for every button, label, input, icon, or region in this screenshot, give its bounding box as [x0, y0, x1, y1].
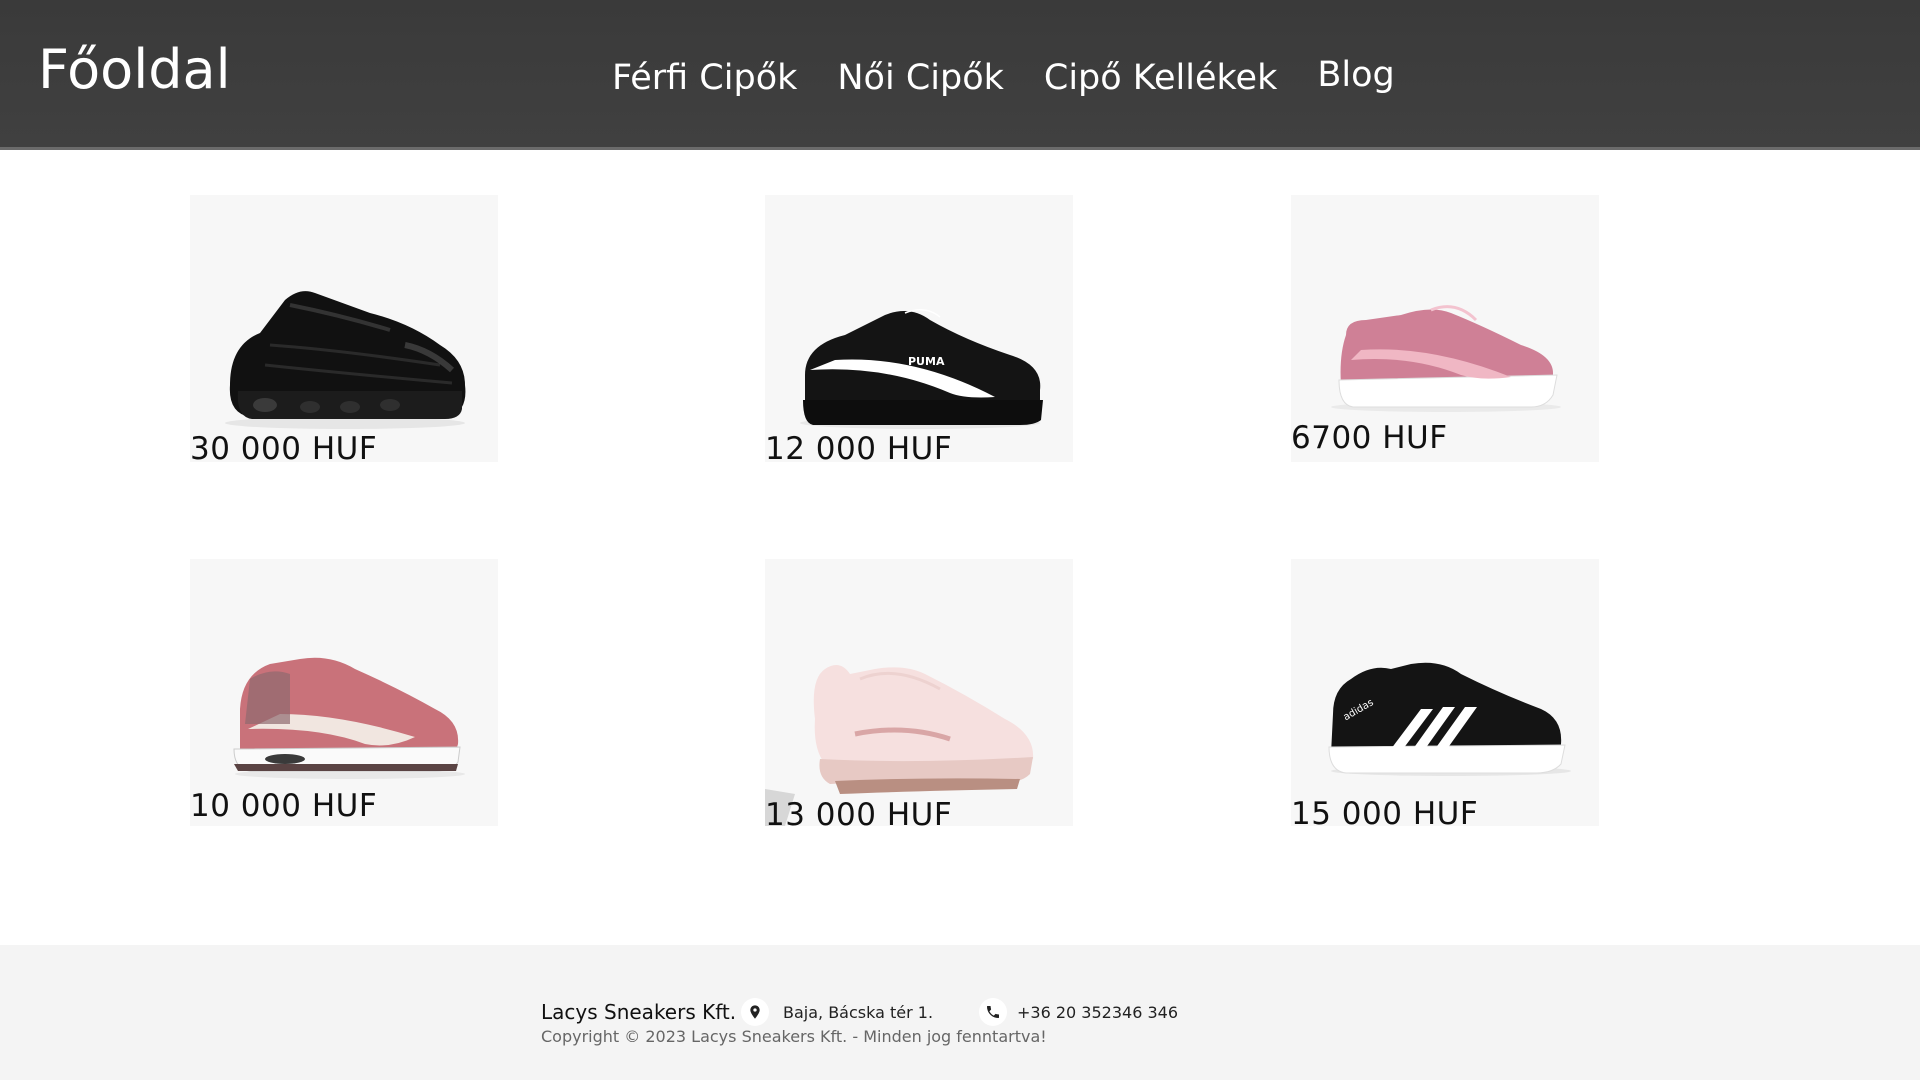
main-nav: Férfi Cipők Női Cipők Cipő Kellékek Blog — [612, 55, 1395, 98]
footer-phone: +36 20 352346 346 — [979, 998, 1178, 1026]
address-text: Baja, Bácska tér 1. — [783, 1002, 934, 1022]
footer-company: Lacys Sneakers Kft. — [541, 1000, 736, 1024]
nav-mens-shoes[interactable]: Férfi Cipők — [612, 58, 797, 98]
location-pin-icon — [741, 998, 769, 1026]
svg-text:PUMA: PUMA — [908, 355, 945, 368]
product-card[interactable]: 10 000 HUF — [190, 559, 498, 826]
product-price: 12 000 HUF — [765, 431, 953, 467]
black-air-max-sneaker-icon — [225, 291, 466, 429]
product-price: 6700 HUF — [1291, 420, 1448, 456]
nav-womens-shoes[interactable]: Női Cipők — [837, 58, 1004, 98]
product-card[interactable]: PUMA 12 000 HUF — [765, 195, 1073, 467]
pink-nike-air-max-sneaker-icon — [233, 657, 465, 779]
phone-text: +36 20 352346 346 — [1017, 1002, 1178, 1022]
footer-address: Baja, Bácska tér 1. — [741, 998, 933, 1026]
nav-blog[interactable]: Blog — [1317, 55, 1394, 95]
product-card[interactable]: 30 000 HUF — [190, 195, 498, 467]
nav-shoe-accessories[interactable]: Cipő Kellékek — [1044, 58, 1277, 98]
phone-icon — [979, 998, 1007, 1026]
copyright-text: Copyright © 2023 Lacys Sneakers Kft. - M… — [541, 1027, 1047, 1046]
product-grid: 30 000 HUF PUMA 12 000 HUF 6700 HUF 10 0… — [0, 150, 1920, 945]
home-link[interactable]: Főoldal — [38, 38, 231, 101]
product-card[interactable]: 13 000 HUF — [765, 559, 1073, 833]
product-price: 30 000 HUF — [190, 431, 378, 467]
light-pink-nike-sneaker-icon — [765, 665, 1034, 826]
product-price: 15 000 HUF — [1291, 796, 1479, 832]
black-puma-sneaker-icon: PUMA — [800, 309, 1043, 429]
site-footer: Lacys Sneakers Kft. Baja, Bácska tér 1. … — [0, 945, 1920, 1080]
company-name: Lacys Sneakers Kft. — [541, 1000, 737, 1024]
product-price: 13 000 HUF — [765, 797, 953, 833]
product-card[interactable]: 6700 HUF — [1291, 195, 1599, 462]
product-card[interactable]: adidas 15 000 HUF — [1291, 559, 1599, 832]
product-price: 10 000 HUF — [190, 788, 378, 824]
top-navigation-bar: Főoldal Férfi Cipők Női Cipők Cipő Kellé… — [0, 0, 1920, 150]
black-adidas-sneaker-icon: adidas — [1328, 662, 1571, 776]
